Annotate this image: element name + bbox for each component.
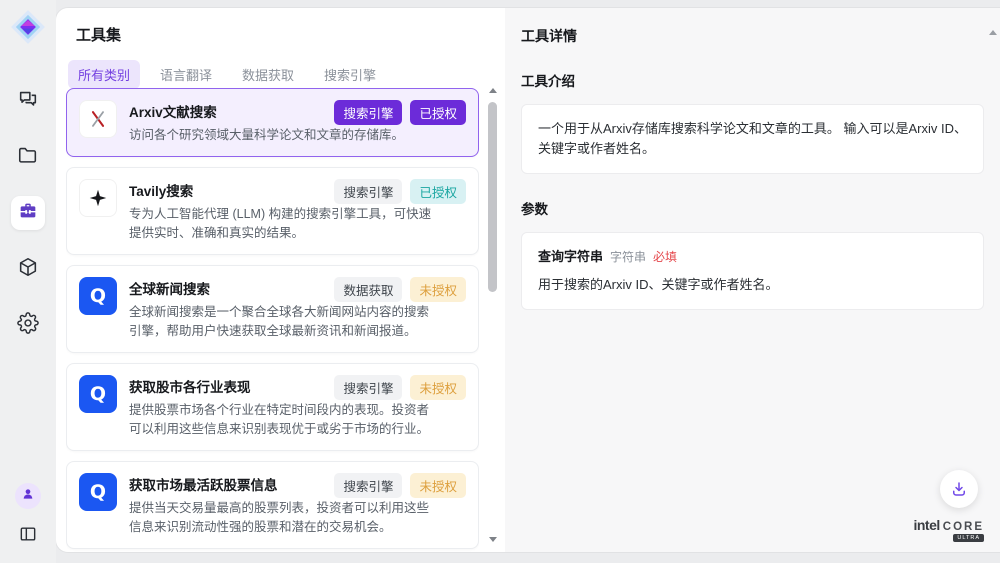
- q-logo-icon: Q: [79, 375, 117, 413]
- tab-language-translation[interactable]: 语言翻译: [150, 60, 222, 89]
- category-tag: 搜索引擎: [334, 179, 402, 204]
- tool-card-stock-industry-performance[interactable]: Q获取股市各行业表现提供股票市场各个行业在特定时间段内的表现。投资者可以利用这些…: [66, 363, 479, 451]
- main-window: 工具集 所有类别语言翻译数据获取搜索引擎 Arxiv文献搜索访问各个研究领域大量…: [56, 8, 1000, 552]
- auth-status-badge: 未授权: [410, 277, 466, 302]
- scrollbar-thumb[interactable]: [488, 102, 497, 292]
- arxiv-logo-icon: [79, 100, 117, 138]
- tools-panel: 工具集 所有类别语言翻译数据获取搜索引擎 Arxiv文献搜索访问各个研究领域大量…: [56, 8, 505, 552]
- toolbox-icon: [17, 200, 39, 227]
- category-tag: 搜索引擎: [334, 100, 402, 125]
- param-name: 查询字符串: [538, 247, 603, 267]
- sidebar-item-models[interactable]: [11, 252, 45, 286]
- auth-status-badge: 已授权: [410, 179, 466, 204]
- tool-description: 访问各个研究领域大量科学论文和文章的存储库。: [129, 126, 404, 145]
- list-scrollbar[interactable]: [487, 88, 499, 542]
- auth-status-badge: 未授权: [410, 375, 466, 400]
- auth-status-badge: 未授权: [410, 473, 466, 498]
- tool-description: 专为人工智能代理 (LLM) 构建的搜索引擎工具，可快速提供实时、准确和真实的结…: [129, 205, 441, 243]
- star-icon: [79, 179, 117, 217]
- sidebar-item-settings[interactable]: [11, 308, 45, 342]
- q-logo-icon: Q: [79, 277, 117, 315]
- tool-card-most-active-stocks[interactable]: Q获取市场最活跃股票信息提供当天交易量最高的股票列表，投资者可以利用这些信息来识…: [66, 461, 479, 549]
- tool-card-tavily-search[interactable]: Tavily搜索专为人工智能代理 (LLM) 构建的搜索引擎工具，可快速提供实时…: [66, 167, 479, 255]
- intro-heading: 工具介绍: [521, 70, 984, 90]
- q-logo-icon: Q: [79, 473, 117, 511]
- sidebar-item-chat[interactable]: [11, 84, 45, 118]
- param-card: 查询字符串 字符串 必填 用于搜索的Arxiv ID、关键字或作者姓名。: [521, 232, 984, 310]
- gear-icon: [17, 312, 39, 339]
- param-desc: 用于搜索的Arxiv ID、关键字或作者姓名。: [538, 275, 967, 295]
- intel-core-ultra-logo: intel CORE ultra: [913, 517, 984, 542]
- sidebar-item-files[interactable]: [11, 140, 45, 174]
- tool-card-arxiv-search[interactable]: Arxiv文献搜索访问各个研究领域大量科学论文和文章的存储库。搜索引擎已授权: [66, 88, 479, 157]
- folder-icon: [17, 144, 39, 171]
- detail-scroll-up-arrow-icon[interactable]: [989, 30, 997, 35]
- icon-rail: [0, 0, 56, 563]
- tab-data-fetch[interactable]: 数据获取: [232, 60, 304, 89]
- user-avatar-icon: [20, 486, 36, 507]
- param-required-badge: 必填: [653, 247, 677, 267]
- tool-description: 提供当天交易量最高的股票列表，投资者可以利用这些信息来识别流动性强的股票和潜在的…: [129, 499, 441, 537]
- panel-icon: [18, 524, 38, 549]
- tool-card-global-news-search[interactable]: Q全球新闻搜索全球新闻搜索是一个聚合全球各大新闻网站内容的搜索引擎，帮助用户快速…: [66, 265, 479, 353]
- detail-title: 工具详情: [521, 26, 984, 46]
- page-title: 工具集: [76, 24, 505, 45]
- category-tag: 搜索引擎: [334, 473, 402, 498]
- intro-text: 一个用于从Arxiv存储库搜索科学论文和文章的工具。 输入可以是Arxiv ID…: [538, 121, 967, 156]
- scroll-up-arrow-icon[interactable]: [489, 88, 497, 93]
- download-icon: [950, 480, 968, 498]
- sidebar-item-user[interactable]: [15, 483, 41, 509]
- cube-icon: [17, 256, 39, 283]
- tool-description: 全球新闻搜索是一个聚合全球各大新闻网站内容的搜索引擎，帮助用户快速获取全球最新资…: [129, 303, 441, 341]
- params-heading: 参数: [521, 198, 984, 218]
- tab-all-categories[interactable]: 所有类别: [68, 60, 140, 89]
- sidebar-item-toolbox[interactable]: [11, 196, 45, 230]
- scroll-down-arrow-icon[interactable]: [489, 537, 497, 542]
- intro-card: 一个用于从Arxiv存储库搜索科学论文和文章的工具。 输入可以是Arxiv ID…: [521, 104, 984, 174]
- tool-list: Arxiv文献搜索访问各个研究领域大量科学论文和文章的存储库。搜索引擎已授权 Ta…: [66, 88, 479, 552]
- category-tag: 数据获取: [334, 277, 402, 302]
- sidebar-item-panel-toggle[interactable]: [15, 523, 41, 549]
- tool-detail-panel: 工具详情 工具介绍 一个用于从Arxiv存储库搜索科学论文和文章的工具。 输入可…: [505, 8, 1000, 552]
- tool-description: 提供股票市场各个行业在特定时间段内的表现。投资者可以利用这些信息来识别表现优于或…: [129, 401, 441, 439]
- category-tag: 搜索引擎: [334, 375, 402, 400]
- app-logo: [9, 8, 47, 46]
- param-type: 字符串: [610, 247, 646, 267]
- tab-search-engine[interactable]: 搜索引擎: [314, 60, 386, 89]
- chat-icon: [17, 88, 39, 115]
- download-button[interactable]: [940, 470, 978, 508]
- auth-status-badge: 已授权: [410, 100, 466, 125]
- category-tabs: 所有类别语言翻译数据获取搜索引擎: [68, 60, 505, 89]
